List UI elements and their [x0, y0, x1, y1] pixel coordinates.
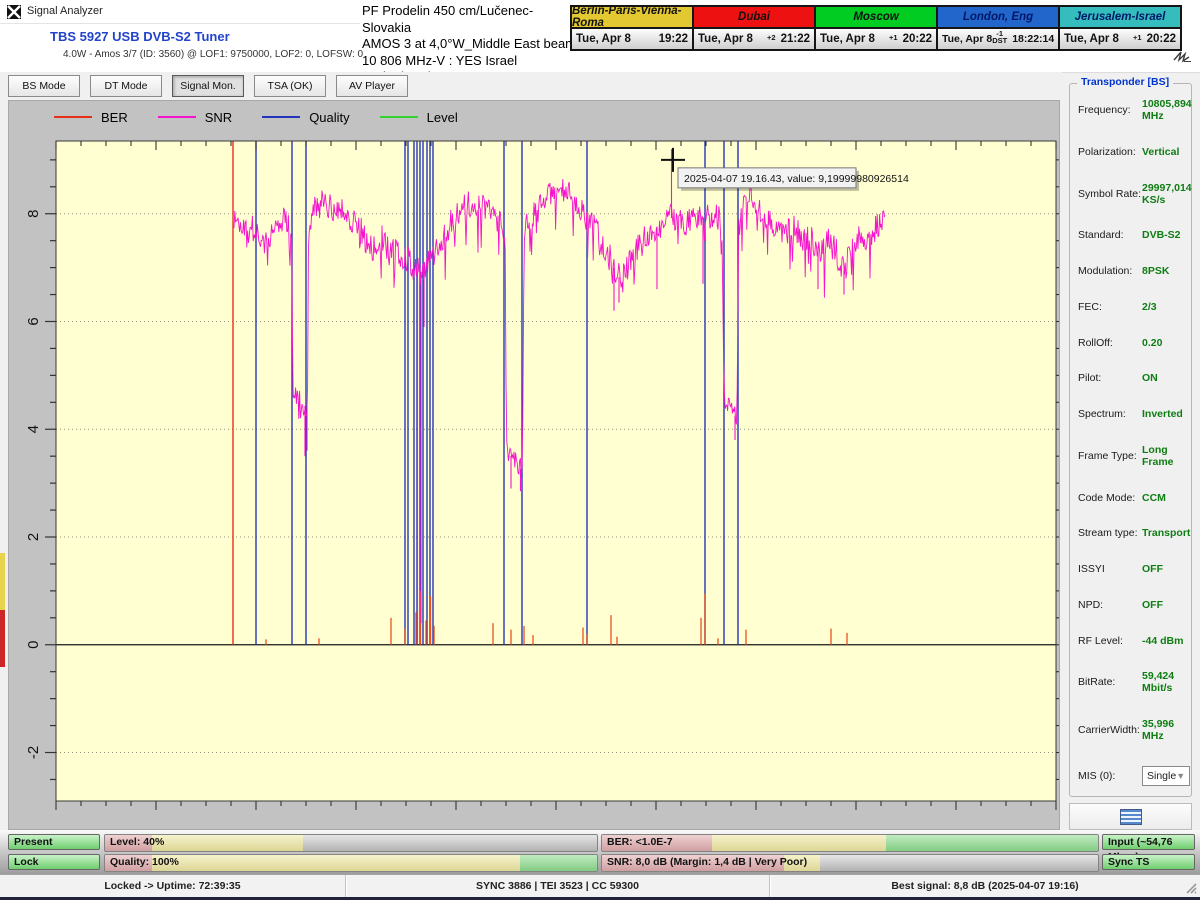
quality-bar: Quality: 100% — [104, 854, 598, 872]
tp-row-symbol-rate: Symbol Rate:29997,014 KS/s — [1078, 182, 1187, 206]
save-icon — [1120, 809, 1142, 825]
statusbar-uptime: Locked -> Uptime: 72:39:35 — [0, 875, 346, 897]
tp-row-mis: MIS (0): Single ▼ — [1078, 766, 1187, 786]
clock-date: Tue, Apr 8 — [576, 33, 631, 45]
tab-av-player[interactable]: AV Player — [336, 75, 408, 97]
mis-dropdown[interactable]: Single ▼ — [1142, 766, 1190, 786]
sync-ts-indicator: Sync TS — [1102, 854, 1195, 870]
tp-row-issyi: ISSYIOFF — [1078, 563, 1187, 575]
snr-bar: SNR: 8,0 dB (Margin: 1,4 dB | Very Poor) — [601, 854, 1099, 872]
tp-row-frame-type: Frame Type:Long Frame — [1078, 444, 1187, 468]
clock-time: 21:22 — [781, 33, 810, 45]
chevron-down-icon: ▼ — [1176, 771, 1185, 781]
present-indicator: Present — [8, 834, 100, 850]
svg-text:4: 4 — [25, 425, 42, 433]
tp-row-frequency: Frequency:10805,894 MHz — [1078, 98, 1187, 122]
clock-berlin-paris-vienna-roma: Berlin-Paris-Vienna-Roma Tue, Apr 8 19:2… — [570, 5, 694, 51]
titlebar-separator — [0, 23, 360, 24]
world-clocks: Berlin-Paris-Vienna-Roma Tue, Apr 8 19:2… — [572, 5, 1182, 51]
tp-row-carrierwidth: CarrierWidth:35,996 MHz — [1078, 718, 1187, 742]
tp-row-rf-level: RF Level:-44 dBm — [1078, 635, 1187, 647]
svg-text:6: 6 — [25, 317, 42, 325]
tuner-title: TBS 5927 USB DVB-S2 Tuner — [50, 29, 230, 44]
signature-watermark-icon — [1172, 50, 1192, 63]
clock-date: Tue, Apr 8 — [1064, 33, 1119, 45]
tab-dt-mode[interactable]: DT Mode — [90, 75, 162, 97]
info-line: 10 806 MHz-V : YES Israel — [362, 53, 577, 70]
clock-time: 20:22 — [1147, 33, 1176, 45]
signal-analyzer-window: Signal Analyzer TBS 5927 USB DVB-S2 Tune… — [0, 0, 1200, 900]
tp-row-bitrate: BitRate:59,424 Mbit/s — [1078, 670, 1187, 694]
svg-text:-2: -2 — [25, 746, 42, 759]
tp-row-fec: FEC:2/3 — [1078, 301, 1187, 313]
resize-grip[interactable] — [1185, 882, 1198, 895]
tp-row-polarization: Polarization:Vertical — [1078, 146, 1187, 158]
clock-date: Tue, Apr 8 — [698, 33, 753, 45]
window-title: Signal Analyzer — [27, 5, 103, 17]
clock-time: 19:22 — [659, 33, 688, 45]
mode-tabstrip: BS Mode DT Mode Signal Mon. TSA (OK) AV … — [0, 72, 1062, 99]
tab-bs-mode[interactable]: BS Mode — [8, 75, 80, 97]
clock-jerusalem: Jerusalem-Israel Tue, Apr 8 +1 20:22 — [1058, 5, 1182, 51]
background-window-strip-red — [0, 610, 5, 667]
transponder-groupbox: Transponder [BS] Frequency:10805,894 MHz… — [1069, 83, 1192, 797]
info-line: PF Prodelin 450 cm/Lučenec-Slovakia — [362, 3, 577, 36]
clock-date: Tue, Apr 8 — [942, 33, 992, 45]
info-line: AMOS 3 at 4,0°W_Middle East beam — [362, 36, 577, 53]
tp-row-rolloff: RollOff:0.20 — [1078, 337, 1187, 349]
statusbar: Locked -> Uptime: 72:39:35 SYNC 3886 | T… — [0, 874, 1200, 897]
clock-london: London, Eng Tue, Apr 8 -1DST 18:22:14 — [936, 5, 1060, 51]
tp-row-code-mode: Code Mode:CCM — [1078, 492, 1187, 504]
svg-text:2: 2 — [25, 533, 42, 541]
tp-row-standard: Standard:DVB-S2 — [1078, 229, 1187, 241]
tp-row-pilot: Pilot:ON — [1078, 372, 1187, 384]
tp-row-spectrum: Spectrum:Inverted — [1078, 408, 1187, 420]
statusbar-sync-counters: SYNC 3886 | TEI 3523 | CC 59300 — [346, 875, 770, 897]
indicator-strip: Present Lock Level: 40% BER: <1.0E-7 Qua… — [0, 830, 1200, 874]
tp-row-npd: NPD:OFF — [1078, 599, 1187, 611]
signal-plot[interactable]: -2 0 2 4 6 8 2025-04-07 19.16.43, value: 9,199… — [9, 101, 1059, 829]
transponder-panel: Transponder [BS] Frequency:10805,894 MHz… — [1065, 75, 1197, 830]
tp-row-stream-type: Stream type:Transport — [1078, 527, 1187, 539]
input-rate-indicator: Input (~54,76 Mbps) — [1102, 834, 1195, 850]
ber-bar: BER: <1.0E-7 — [601, 834, 1099, 852]
tp-row-modulation: Modulation:8PSK — [1078, 265, 1187, 277]
clock-moscow: Moscow Tue, Apr 8 +1 20:22 — [814, 5, 938, 51]
clock-dubai: Dubai Tue, Apr 8 +2 21:22 — [692, 5, 816, 51]
svg-text:0: 0 — [25, 641, 42, 649]
background-window-strip-yellow — [0, 553, 5, 610]
tab-tsa[interactable]: TSA (OK) — [254, 75, 326, 97]
transponder-title: Transponder [BS] — [1077, 76, 1173, 88]
clock-time: 20:22 — [903, 33, 932, 45]
clock-time: 18:22:14 — [1012, 33, 1054, 45]
header: Signal Analyzer TBS 5927 USB DVB-S2 Tune… — [0, 0, 1200, 73]
clock-date: Tue, Apr 8 — [820, 33, 875, 45]
svg-text:8: 8 — [25, 210, 42, 218]
app-icon — [7, 5, 21, 19]
tab-signal-mon[interactable]: Signal Mon. — [172, 75, 244, 97]
level-bar: Level: 40% — [104, 834, 598, 852]
svg-text:2025-04-07 19.16.43, value: 9,: 2025-04-07 19.16.43, value: 9,1999998092… — [684, 173, 909, 185]
lock-indicator: Lock — [8, 854, 100, 870]
statusbar-best-signal: Best signal: 8,8 dB (2025-04-07 19:16) — [770, 875, 1200, 897]
signal-chart[interactable]: BER SNR Quality Level -2024682025-04-07 … — [8, 100, 1060, 830]
save-button[interactable] — [1069, 803, 1192, 830]
tuner-subtitle: 4.0W - Amos 3/7 (ID: 3560) @ LOF1: 97500… — [63, 49, 363, 60]
